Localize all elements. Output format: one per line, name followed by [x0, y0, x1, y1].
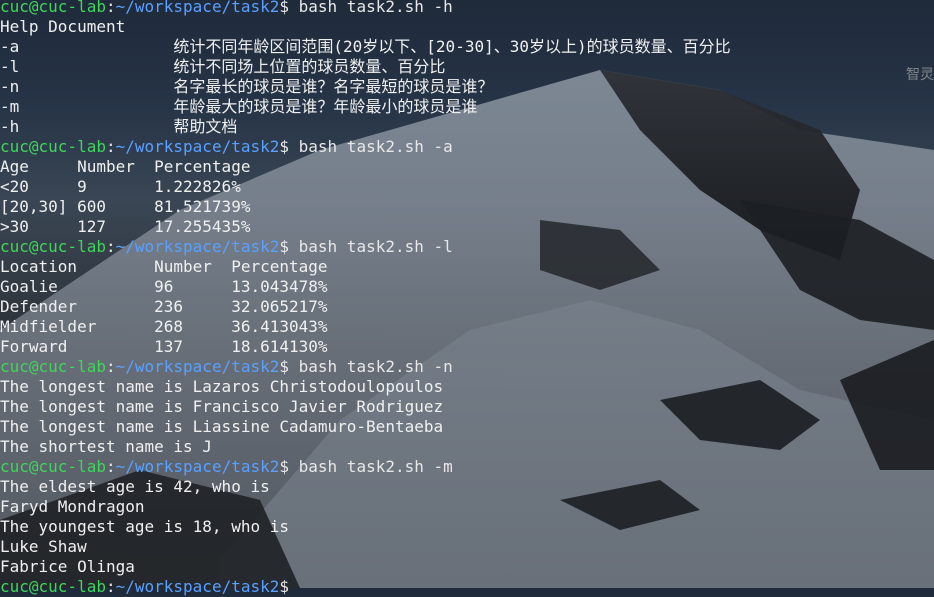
prompt-dollar: $	[279, 357, 299, 376]
prompt-user-host: cuc@cuc-lab	[0, 577, 106, 596]
output-line: Defender 236 32.065217%	[0, 297, 328, 316]
output-line: Luke Shaw	[0, 537, 87, 556]
prompt-path: ~/workspace/task2	[115, 457, 280, 476]
prompt-dollar: $	[279, 577, 299, 596]
prompt-separator: :	[105, 457, 116, 476]
output-line: The longest name is Francisco Javier Rod…	[0, 397, 444, 416]
command-text: bash task2.sh -h	[298, 0, 453, 16]
output-line: The shortest name is J	[0, 437, 212, 456]
prompt-separator: :	[105, 137, 116, 156]
prompt-line: cuc@cuc-lab:~/workspace/task2$ bash task…	[0, 357, 934, 377]
prompt-dollar: $	[279, 457, 299, 476]
output-line: The longest name is Liassine Cadamuro-Be…	[0, 417, 444, 436]
output-line: -h 帮助文档	[0, 117, 238, 136]
command-text: bash task2.sh -a	[298, 137, 453, 156]
prompt-line: cuc@cuc-lab:~/workspace/task2$ bash task…	[0, 237, 934, 257]
output-line: [20,30] 600 81.521739%	[0, 197, 251, 216]
prompt-separator: :	[105, 357, 116, 376]
output-line: <20 9 1.222826%	[0, 177, 241, 196]
output-line: Faryd Mondragon	[0, 497, 145, 516]
prompt-dollar: $	[279, 237, 299, 256]
output-line: -m 年龄最大的球员是谁？年龄最小的球员是谁	[0, 97, 478, 116]
output-line: -a 统计不同年龄区间范围(20岁以下、[20-30]、30岁以上)的球员数量、…	[0, 37, 731, 56]
command-text: bash task2.sh -l	[298, 237, 453, 256]
output-line: Help Document	[0, 17, 126, 36]
output-line: Goalie 96 13.043478%	[0, 277, 328, 296]
prompt-user-host: cuc@cuc-lab	[0, 237, 106, 256]
prompt-line: cuc@cuc-lab:~/workspace/task2$ bash task…	[0, 457, 934, 477]
output-line: >30 127 17.255435%	[0, 217, 251, 236]
output-line: Location Number Percentage	[0, 257, 328, 276]
prompt-path: ~/workspace/task2	[115, 357, 280, 376]
prompt-path: ~/workspace/task2	[115, 237, 280, 256]
prompt-line: cuc@cuc-lab:~/workspace/task2$	[0, 577, 934, 597]
prompt-path: ~/workspace/task2	[115, 577, 280, 596]
output-line: Age Number Percentage	[0, 157, 251, 176]
prompt-dollar: $	[279, 0, 299, 16]
terminal-output[interactable]: cuc@cuc-lab:~/workspace/task2$ bash task…	[0, 0, 934, 597]
prompt-path: ~/workspace/task2	[115, 137, 280, 156]
output-line: -l 统计不同场上位置的球员数量、百分比	[0, 57, 446, 76]
command-text: bash task2.sh -n	[298, 357, 453, 376]
output-line: Midfielder 268 36.413043%	[0, 317, 328, 336]
output-line: -n 名字最长的球员是谁？名字最短的球员是谁？	[0, 77, 494, 96]
prompt-user-host: cuc@cuc-lab	[0, 0, 106, 16]
prompt-separator: :	[105, 0, 116, 16]
prompt-user-host: cuc@cuc-lab	[0, 457, 106, 476]
command-text: bash task2.sh -m	[298, 457, 453, 476]
prompt-user-host: cuc@cuc-lab	[0, 357, 106, 376]
output-line: The longest name is Lazaros Christodoulo…	[0, 377, 444, 396]
prompt-separator: :	[105, 577, 116, 596]
prompt-dollar: $	[279, 137, 299, 156]
output-line: Forward 137 18.614130%	[0, 337, 328, 356]
output-line: Fabrice Olinga	[0, 557, 135, 576]
prompt-path: ~/workspace/task2	[115, 0, 280, 16]
prompt-line: cuc@cuc-lab:~/workspace/task2$ bash task…	[0, 0, 934, 17]
prompt-line: cuc@cuc-lab:~/workspace/task2$ bash task…	[0, 137, 934, 157]
output-line: The youngest age is 18, who is	[0, 517, 289, 536]
prompt-separator: :	[105, 237, 116, 256]
output-line: The eldest age is 42, who is	[0, 477, 270, 496]
prompt-user-host: cuc@cuc-lab	[0, 137, 106, 156]
